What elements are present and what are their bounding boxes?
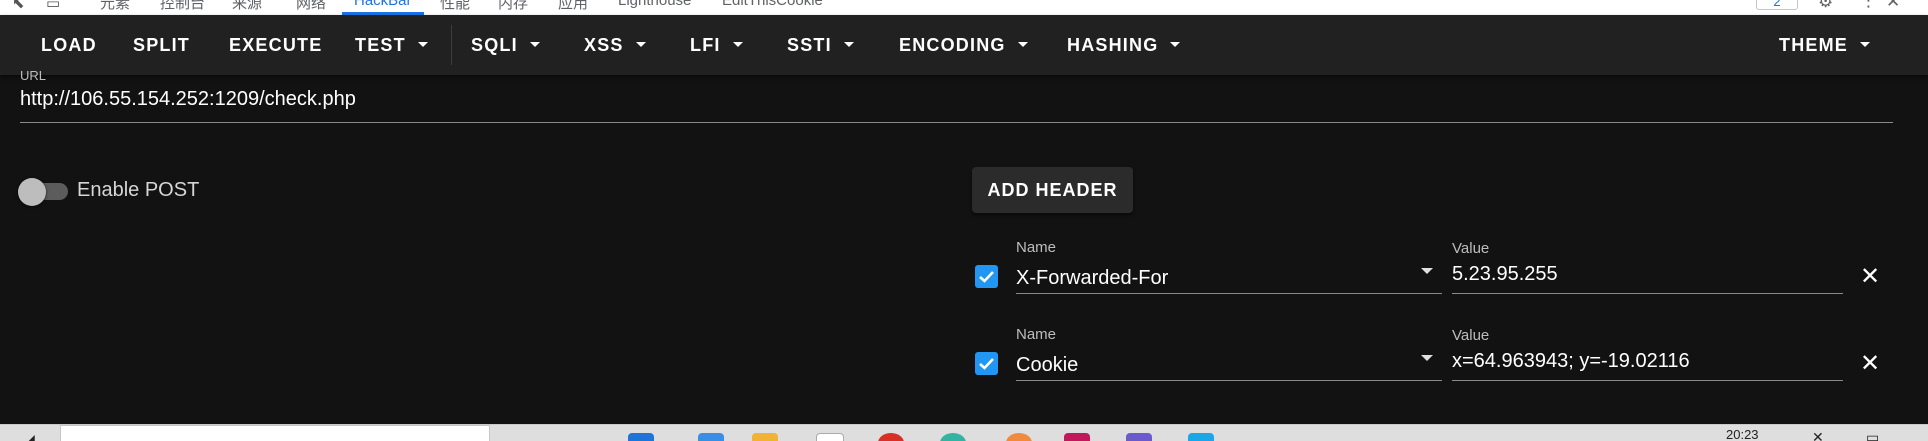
header-name-label: Name bbox=[1016, 326, 1057, 343]
close-devtools-icon[interactable]: ✕ bbox=[1886, 0, 1900, 12]
sqli-label: SQLI bbox=[471, 35, 518, 55]
devtools-tab-memory[interactable]: 内存 bbox=[498, 0, 528, 13]
chevron-down-icon[interactable] bbox=[1421, 355, 1433, 361]
devtools-tab-console[interactable]: 控制台 bbox=[160, 0, 205, 13]
theme-menu-button[interactable]: THEME bbox=[1779, 15, 1870, 75]
issues-badge-count: 2 bbox=[1773, 0, 1781, 9]
header-name-underline bbox=[1016, 293, 1442, 294]
chevron-down-icon bbox=[1170, 41, 1181, 47]
remove-header-icon[interactable]: ✕ bbox=[1860, 352, 1880, 376]
remove-header-icon[interactable]: ✕ bbox=[1860, 265, 1880, 289]
enable-post-label: Enable POST bbox=[77, 179, 200, 201]
chevron-down-icon bbox=[732, 41, 743, 47]
header-name-label: Name bbox=[1016, 239, 1057, 256]
chevron-down-icon bbox=[1860, 41, 1870, 47]
taskbar-clock[interactable]: 20:23 bbox=[1726, 427, 1759, 441]
taskbar-search-box[interactable] bbox=[60, 425, 490, 441]
more-options-icon[interactable]: ⋮ bbox=[1860, 0, 1877, 11]
devtools-tab-hackbar[interactable]: HackBar bbox=[354, 0, 412, 9]
chevron-down-icon bbox=[529, 41, 540, 47]
hashing-menu-button[interactable]: HASHING bbox=[1067, 15, 1181, 75]
lfi-label: LFI bbox=[690, 35, 721, 55]
chevron-down-icon[interactable] bbox=[1421, 268, 1433, 274]
split-label: SPLIT bbox=[133, 35, 191, 55]
theme-label: THEME bbox=[1779, 35, 1848, 55]
url-input[interactable]: http://106.55.154.252:1209/check.php bbox=[20, 88, 356, 111]
chevron-down-icon bbox=[843, 41, 854, 47]
header-value-input[interactable]: 5.23.95.255 bbox=[1452, 263, 1558, 286]
devtools-tab-performance[interactable]: 性能 bbox=[440, 0, 470, 13]
hashing-label: HASHING bbox=[1067, 35, 1159, 55]
load-label: LOAD bbox=[41, 35, 97, 55]
taskbar: ◢ 20:23 ✕ ▭ bbox=[0, 424, 1928, 441]
chevron-down-icon bbox=[417, 41, 428, 47]
url-field-label: URL bbox=[20, 68, 47, 83]
gear-icon[interactable]: ⚙ bbox=[1818, 0, 1833, 12]
execute-label: EXECUTE bbox=[229, 35, 323, 55]
chevron-down-icon bbox=[1017, 41, 1028, 47]
xss-label: XSS bbox=[584, 35, 624, 55]
header-value-label: Value bbox=[1452, 327, 1490, 344]
devtools-tab-network[interactable]: 网络 bbox=[296, 0, 326, 13]
test-menu-button[interactable]: TEST bbox=[355, 15, 428, 75]
encoding-label: ENCODING bbox=[899, 35, 1006, 55]
chevron-down-icon bbox=[635, 41, 646, 47]
devtools-tab-strip: ⬉ ▭ 元素 控制台 来源 网络 HackBar 性能 内存 应用 Lighth… bbox=[0, 0, 1928, 16]
check-icon bbox=[979, 358, 994, 370]
url-input-underline bbox=[20, 122, 1893, 123]
inspect-icon[interactable]: ⬉ bbox=[12, 0, 25, 12]
header-value-underline bbox=[1452, 293, 1843, 294]
lfi-menu-button[interactable]: LFI bbox=[690, 15, 743, 75]
issues-badge[interactable]: 2 bbox=[1756, 0, 1798, 10]
devtools-tab-elements[interactable]: 元素 bbox=[100, 0, 130, 13]
sqli-menu-button[interactable]: SQLI bbox=[471, 15, 540, 75]
devtools-tab-editthiscookie[interactable]: EditThisCookie bbox=[722, 0, 823, 9]
test-label: TEST bbox=[355, 35, 406, 55]
ssti-label: SSTI bbox=[787, 35, 832, 55]
execute-button[interactable]: EXECUTE bbox=[229, 15, 322, 75]
devtools-tab-lighthouse[interactable]: Lighthouse bbox=[618, 0, 691, 9]
toolbar-divider bbox=[451, 25, 452, 65]
header-name-select[interactable]: Cookie bbox=[1016, 354, 1078, 377]
notification-icon[interactable]: ✕ bbox=[1812, 429, 1824, 441]
hackbar-toolbar: LOAD SPLIT EXECUTE TEST SQLI XSS LFI SST… bbox=[0, 15, 1928, 75]
xss-menu-button[interactable]: XSS bbox=[584, 15, 646, 75]
ssti-menu-button[interactable]: SSTI bbox=[787, 15, 854, 75]
header-value-input[interactable]: x=64.963943; y=-19.02116 bbox=[1452, 350, 1690, 373]
devtools-tab-sources[interactable]: 来源 bbox=[232, 0, 262, 13]
split-button[interactable]: SPLIT bbox=[133, 15, 190, 75]
device-toolbar-icon[interactable]: ▭ bbox=[46, 0, 60, 12]
add-header-button[interactable]: ADD HEADER bbox=[972, 167, 1133, 213]
toggle-thumb bbox=[18, 178, 46, 206]
header-name-select[interactable]: X-Forwarded-For bbox=[1016, 267, 1168, 290]
show-desktop-icon[interactable]: ▭ bbox=[1866, 429, 1879, 441]
header-value-label: Value bbox=[1452, 240, 1490, 257]
header-enabled-checkbox[interactable] bbox=[975, 265, 998, 288]
header-enabled-checkbox[interactable] bbox=[975, 352, 998, 375]
header-name-underline bbox=[1016, 380, 1442, 381]
check-icon bbox=[979, 271, 994, 283]
header-value-underline bbox=[1452, 380, 1843, 381]
encoding-menu-button[interactable]: ENCODING bbox=[899, 15, 1028, 75]
devtools-tab-application[interactable]: 应用 bbox=[558, 0, 588, 13]
load-button[interactable]: LOAD bbox=[41, 15, 97, 75]
